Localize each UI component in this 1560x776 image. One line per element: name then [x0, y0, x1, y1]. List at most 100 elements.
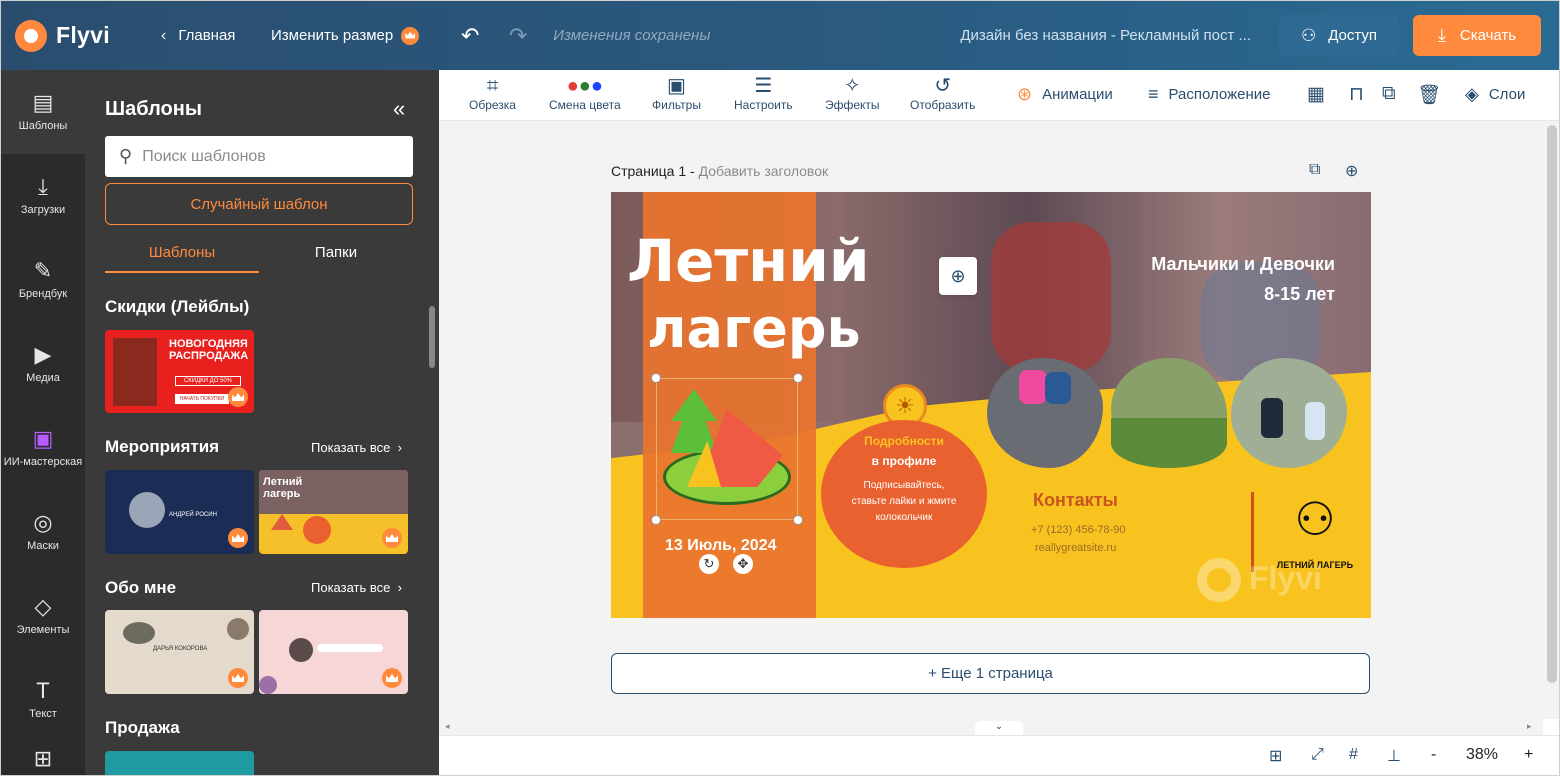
adjust-tool[interactable]: ☰ Настроить — [734, 74, 793, 112]
details-title[interactable]: Подробности — [821, 434, 987, 448]
undo-icon[interactable]: ↶ — [457, 23, 483, 49]
save-status: Изменения сохранены — [553, 27, 711, 44]
design-audience[interactable]: Мальчики и Девочки — [1151, 254, 1335, 275]
resize-handle[interactable] — [793, 373, 803, 383]
templates-panel: Шаблоны « ⚲ Поиск шаблонов Случайный шаб… — [85, 70, 439, 775]
scroll-right-icon[interactable]: ▸ — [1527, 721, 1532, 732]
zoom-level[interactable]: 38% — [1466, 746, 1498, 764]
flip-icon: ↺ — [934, 75, 952, 97]
filters-tool[interactable]: ▣ Фильтры — [652, 74, 701, 112]
grid-view-icon[interactable]: ⊞ — [1269, 746, 1282, 766]
design-title-2[interactable]: лагерь — [647, 300, 861, 358]
template-thumb-about-2[interactable] — [259, 610, 408, 694]
rail-item-more[interactable]: ⊞ — [1, 742, 85, 775]
crop-label: Обрезка — [469, 98, 516, 112]
position-button[interactable]: ≡ Расположение — [1148, 84, 1270, 105]
tab-folders[interactable]: Папки — [259, 235, 413, 273]
contacts-title[interactable]: Контакты — [1033, 490, 1118, 511]
resize-handle[interactable] — [793, 515, 803, 525]
add-page-icon[interactable]: ⊕ — [1345, 161, 1358, 181]
chevron-left-icon: ‹ — [161, 26, 167, 44]
grid-lines-icon[interactable]: # — [1349, 746, 1358, 764]
selected-element-frame[interactable] — [656, 378, 798, 520]
design-title-1[interactable]: Летний — [627, 232, 869, 290]
rail-item-templates[interactable]: ▤ Шаблоны — [1, 70, 85, 154]
rail-item-ai[interactable]: ▣ ИИ-мастерская — [1, 406, 85, 490]
panel-scrollbar[interactable] — [429, 306, 435, 368]
rail-item-text[interactable]: T Текст — [1, 658, 85, 742]
details-subtitle[interactable]: в профиле — [821, 454, 987, 468]
thumb-photo — [113, 338, 157, 406]
design-ages[interactable]: 8-15 лет — [1264, 284, 1335, 305]
chevron-down-icon[interactable]: ⌄ — [975, 721, 1023, 735]
template-thumb-sale-2[interactable] — [105, 751, 254, 775]
vertical-scrollbar[interactable] — [1543, 121, 1559, 719]
show-all-link[interactable]: Показать все › — [311, 440, 402, 455]
horizontal-scrollbar[interactable]: ◂ ⌄ ▸ — [439, 719, 1543, 735]
resize-handle[interactable] — [651, 373, 661, 383]
details-text[interactable]: Подписывайтесь, ставьте лайки и жмите ко… — [847, 478, 961, 526]
flower-photo-3[interactable] — [1231, 358, 1347, 468]
backpack-shape — [1019, 370, 1047, 404]
move-icon[interactable]: ✥ — [733, 554, 753, 574]
add-page-button[interactable]: + Еще 1 страница — [611, 653, 1370, 694]
flower-photo-2[interactable] — [1111, 358, 1227, 468]
show-all-link[interactable]: Показать все › — [311, 580, 402, 595]
thumb-circle — [303, 516, 331, 544]
zoom-in-button[interactable]: + — [1524, 746, 1533, 764]
rail-label: Элементы — [16, 624, 70, 636]
template-thumb-sale[interactable]: НОВОГОДНЯЯ РАСПРОДАЖА СКИДКИ ДО 50% НАЧА… — [105, 330, 254, 413]
backpack-shape — [1045, 372, 1071, 404]
redo-icon[interactable]: ↷ — [505, 23, 531, 49]
ruler-icon[interactable]: ⊥ — [1387, 746, 1401, 766]
rail-item-elements[interactable]: ◇ Элементы — [1, 574, 85, 658]
animations-button[interactable]: ⊛ Анимации — [1017, 84, 1113, 105]
contacts-site[interactable]: reallygreatsite.ru — [1035, 542, 1116, 554]
transparency-icon[interactable]: ▦ — [1307, 83, 1325, 106]
flower-photo-1[interactable] — [987, 358, 1103, 468]
template-thumb-event[interactable]: АНДРЕЙ РОСИН — [105, 470, 254, 554]
crop-tool[interactable]: ⌗ Обрезка — [469, 74, 516, 112]
trash-icon[interactable]: 🗑 — [1417, 83, 1441, 107]
scroll-left-icon[interactable]: ◂ — [445, 721, 450, 732]
resize-handle[interactable] — [651, 515, 661, 525]
rail-item-masks[interactable]: ◎ Маски — [1, 490, 85, 574]
download-button[interactable]: ⤓ Скачать — [1413, 15, 1541, 56]
home-link[interactable]: ‹ Главная — [161, 27, 271, 45]
access-button[interactable]: ⚇ Доступ — [1279, 15, 1399, 56]
show-all-label: Показать все — [311, 440, 391, 455]
design-date[interactable]: 13 Июль, 2024 — [665, 537, 777, 555]
resize-button[interactable]: Изменить размер — [271, 26, 420, 45]
duplicate-icon[interactable]: ⧉ — [1382, 83, 1396, 105]
random-template-button[interactable]: Случайный шаблон — [105, 183, 413, 225]
unlock-icon[interactable]: ⊓ — [1349, 83, 1364, 106]
fullscreen-icon[interactable]: ⤢ — [1311, 746, 1324, 764]
template-search-input[interactable]: ⚲ Поиск шаблонов — [105, 136, 413, 177]
search-placeholder: Поиск шаблонов — [142, 147, 266, 165]
template-thumb-camp[interactable]: Летний лагерь — [259, 470, 408, 554]
rail-label: ИИ-мастерская — [3, 456, 83, 468]
animation-icon: ⊛ — [1017, 84, 1033, 104]
rail-item-uploads[interactable]: ⤓ Загрузки — [1, 154, 85, 238]
design-canvas[interactable]: Летний лагерь Мальчики и Девочки 8-15 ле… — [611, 192, 1371, 618]
effects-tool[interactable]: ✧ Эффекты — [825, 74, 880, 112]
collapse-icon[interactable]: « — [393, 96, 405, 122]
rail-item-media[interactable]: ▶ Медиа — [1, 322, 85, 406]
contacts-phone[interactable]: +7 (123) 456-78-90 — [1031, 524, 1125, 536]
layers-button[interactable]: ◈ Слои — [1465, 84, 1525, 105]
flip-tool[interactable]: ↺ Отобразить — [910, 74, 975, 112]
tab-templates[interactable]: Шаблоны — [105, 235, 259, 273]
template-thumb-about-1[interactable]: ДАРЬЯ КОКОРОВА — [105, 610, 254, 694]
rail-item-brandbook[interactable]: ✎ Брендбук — [1, 238, 85, 322]
position-label: Расположение — [1168, 86, 1271, 103]
document-title[interactable]: Дизайн без названия - Рекламный пост ... — [960, 27, 1251, 44]
logo[interactable]: Flyvi — [15, 19, 145, 52]
rotate-icon[interactable]: ↻ — [699, 554, 719, 574]
add-comment-icon[interactable]: ⊕ — [939, 257, 977, 295]
vertical-scroll-thumb[interactable] — [1547, 125, 1557, 683]
duplicate-page-icon[interactable]: ⧉ — [1309, 161, 1320, 179]
color-tool[interactable]: ●●● Смена цвета — [549, 74, 621, 112]
add-title-link[interactable]: Добавить заголовок — [699, 163, 829, 179]
zoom-out-button[interactable]: - — [1431, 746, 1436, 764]
rail-label: Текст — [29, 708, 57, 720]
